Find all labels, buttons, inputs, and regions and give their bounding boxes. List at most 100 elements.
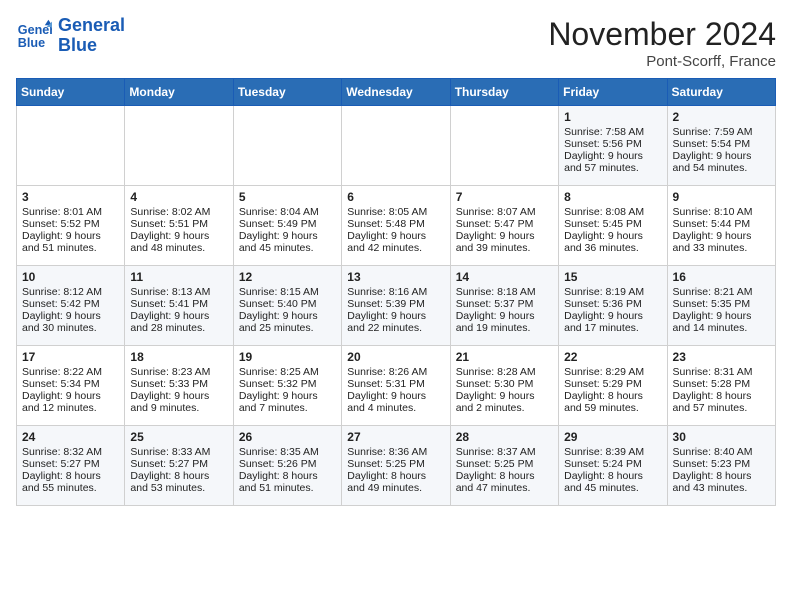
day-number: 20 xyxy=(347,350,444,364)
day-info: Daylight: 8 hours and 47 minutes. xyxy=(456,470,553,494)
day-number: 5 xyxy=(239,190,336,204)
calendar-cell: 28Sunrise: 8:37 AMSunset: 5:25 PMDayligh… xyxy=(450,426,558,506)
calendar-body: 1Sunrise: 7:58 AMSunset: 5:56 PMDaylight… xyxy=(17,106,776,506)
calendar-cell: 15Sunrise: 8:19 AMSunset: 5:36 PMDayligh… xyxy=(559,266,667,346)
day-number: 9 xyxy=(673,190,770,204)
calendar-cell: 26Sunrise: 8:35 AMSunset: 5:26 PMDayligh… xyxy=(233,426,341,506)
day-info: Sunrise: 8:15 AM xyxy=(239,286,336,298)
day-info: Daylight: 9 hours and 22 minutes. xyxy=(347,310,444,334)
day-number: 11 xyxy=(130,270,227,284)
day-info: Daylight: 9 hours and 9 minutes. xyxy=(130,390,227,414)
day-info: Sunrise: 8:39 AM xyxy=(564,446,661,458)
week-row-3: 10Sunrise: 8:12 AMSunset: 5:42 PMDayligh… xyxy=(17,266,776,346)
calendar-cell: 10Sunrise: 8:12 AMSunset: 5:42 PMDayligh… xyxy=(17,266,125,346)
day-info: Sunset: 5:25 PM xyxy=(456,458,553,470)
day-info: Daylight: 9 hours and 28 minutes. xyxy=(130,310,227,334)
day-info: Sunrise: 8:07 AM xyxy=(456,206,553,218)
day-info: Daylight: 9 hours and 42 minutes. xyxy=(347,230,444,254)
day-info: Daylight: 9 hours and 54 minutes. xyxy=(673,150,770,174)
day-number: 16 xyxy=(673,270,770,284)
day-number: 26 xyxy=(239,430,336,444)
calendar-cell: 19Sunrise: 8:25 AMSunset: 5:32 PMDayligh… xyxy=(233,346,341,426)
calendar-cell: 1Sunrise: 7:58 AMSunset: 5:56 PMDaylight… xyxy=(559,106,667,186)
day-info: Daylight: 8 hours and 53 minutes. xyxy=(130,470,227,494)
calendar-cell: 29 Sunrise: 8:39 AMSunset: 5:24 PMDayligh… xyxy=(559,426,667,506)
day-info: Sunset: 5:30 PM xyxy=(456,378,553,390)
day-info: Sunrise: 7:59 AM xyxy=(673,126,770,138)
logo-line1: General xyxy=(58,15,125,35)
day-info: Daylight: 8 hours and 49 minutes. xyxy=(347,470,444,494)
day-info: Sunrise: 8:31 AM xyxy=(673,366,770,378)
day-info: Daylight: 9 hours and 7 minutes. xyxy=(239,390,336,414)
title-block: November 2024 Pont-Scorff, France xyxy=(548,16,776,70)
calendar-cell: 14Sunrise: 8:18 AMSunset: 5:37 PMDayligh… xyxy=(450,266,558,346)
day-info: Sunset: 5:28 PM xyxy=(673,378,770,390)
day-info: Daylight: 9 hours and 17 minutes. xyxy=(564,310,661,334)
day-info: Daylight: 8 hours and 45 minutes. xyxy=(564,470,661,494)
day-info: Sunrise: 8:40 AM xyxy=(673,446,770,458)
calendar-cell: 4Sunrise: 8:02 AMSunset: 5:51 PMDaylight… xyxy=(125,186,233,266)
day-number: 18 xyxy=(130,350,227,364)
day-info: Sunrise: 8:33 AM xyxy=(130,446,227,458)
calendar-cell: 13Sunrise: 8:16 AMSunset: 5:39 PMDayligh… xyxy=(342,266,450,346)
day-info: Daylight: 9 hours and 36 minutes. xyxy=(564,230,661,254)
day-info: Sunrise: 8:21 AM xyxy=(673,286,770,298)
calendar-cell: 18Sunrise: 8:23 AMSunset: 5:33 PMDayligh… xyxy=(125,346,233,426)
day-info: Sunset: 5:33 PM xyxy=(130,378,227,390)
day-info: Sunrise: 8:25 AM xyxy=(239,366,336,378)
week-row-4: 17Sunrise: 8:22 AMSunset: 5:34 PMDayligh… xyxy=(17,346,776,426)
day-info: Sunrise: 8:01 AM xyxy=(22,206,119,218)
day-info: Daylight: 8 hours and 55 minutes. xyxy=(22,470,119,494)
calendar-cell xyxy=(342,106,450,186)
day-info: Sunset: 5:40 PM xyxy=(239,298,336,310)
weekday-header-monday: Monday xyxy=(125,79,233,106)
day-info: Sunrise: 8:36 AM xyxy=(347,446,444,458)
day-info: Sunrise: 8:22 AM xyxy=(22,366,119,378)
day-info: Daylight: 9 hours and 39 minutes. xyxy=(456,230,553,254)
day-info: Daylight: 9 hours and 14 minutes. xyxy=(673,310,770,334)
day-info: Daylight: 8 hours and 43 minutes. xyxy=(673,470,770,494)
day-info: Daylight: 9 hours and 33 minutes. xyxy=(673,230,770,254)
day-number: 29 xyxy=(564,430,661,444)
day-number: 21 xyxy=(456,350,553,364)
day-number: 25 xyxy=(130,430,227,444)
weekday-header-row: SundayMondayTuesdayWednesdayThursdayFrid… xyxy=(17,79,776,106)
day-number: 1 xyxy=(564,110,661,124)
logo: General Blue General Blue xyxy=(16,16,125,56)
day-info: Sunset: 5:44 PM xyxy=(673,218,770,230)
day-info: Sunrise: 8:18 AM xyxy=(456,286,553,298)
calendar-cell: 11Sunrise: 8:13 AMSunset: 5:41 PMDayligh… xyxy=(125,266,233,346)
day-info: Sunset: 5:25 PM xyxy=(347,458,444,470)
day-info: Sunrise: 8:08 AM xyxy=(564,206,661,218)
day-info: Daylight: 9 hours and 51 minutes. xyxy=(22,230,119,254)
page-header: General Blue General Blue November 2024 … xyxy=(16,16,776,70)
day-number: 8 xyxy=(564,190,661,204)
day-info: Daylight: 8 hours and 57 minutes. xyxy=(673,390,770,414)
day-info: Sunset: 5:39 PM xyxy=(347,298,444,310)
day-info: Sunset: 5:37 PM xyxy=(456,298,553,310)
day-info: Sunrise: 8:16 AM xyxy=(347,286,444,298)
day-number: 24 xyxy=(22,430,119,444)
day-info: Sunrise: 8:32 AM xyxy=(22,446,119,458)
day-info: Sunset: 5:45 PM xyxy=(564,218,661,230)
calendar-cell: 9Sunrise: 8:10 AMSunset: 5:44 PMDaylight… xyxy=(667,186,775,266)
calendar-cell: 12Sunrise: 8:15 AMSunset: 5:40 PMDayligh… xyxy=(233,266,341,346)
day-info: Sunset: 5:24 PM xyxy=(564,458,661,470)
day-info: Sunrise: 8:12 AM xyxy=(22,286,119,298)
calendar-cell: 24Sunrise: 8:32 AMSunset: 5:27 PMDayligh… xyxy=(17,426,125,506)
day-info: Sunset: 5:26 PM xyxy=(239,458,336,470)
calendar-cell: 6Sunrise: 8:05 AMSunset: 5:48 PMDaylight… xyxy=(342,186,450,266)
day-info: Daylight: 9 hours and 2 minutes. xyxy=(456,390,553,414)
calendar-cell: 25Sunrise: 8:33 AMSunset: 5:27 PMDayligh… xyxy=(125,426,233,506)
day-info: Sunset: 5:42 PM xyxy=(22,298,119,310)
calendar-cell: 17Sunrise: 8:22 AMSunset: 5:34 PMDayligh… xyxy=(17,346,125,426)
week-row-5: 24Sunrise: 8:32 AMSunset: 5:27 PMDayligh… xyxy=(17,426,776,506)
calendar-cell: 5Sunrise: 8:04 AMSunset: 5:49 PMDaylight… xyxy=(233,186,341,266)
logo-icon: General Blue xyxy=(16,18,52,54)
calendar-cell: 8 Sunrise: 8:08 AMSunset: 5:45 PMDaylight… xyxy=(559,186,667,266)
day-info: Sunset: 5:29 PM xyxy=(564,378,661,390)
day-info: Sunset: 5:36 PM xyxy=(564,298,661,310)
day-number: 27 xyxy=(347,430,444,444)
weekday-header-tuesday: Tuesday xyxy=(233,79,341,106)
day-info: Sunrise: 8:04 AM xyxy=(239,206,336,218)
